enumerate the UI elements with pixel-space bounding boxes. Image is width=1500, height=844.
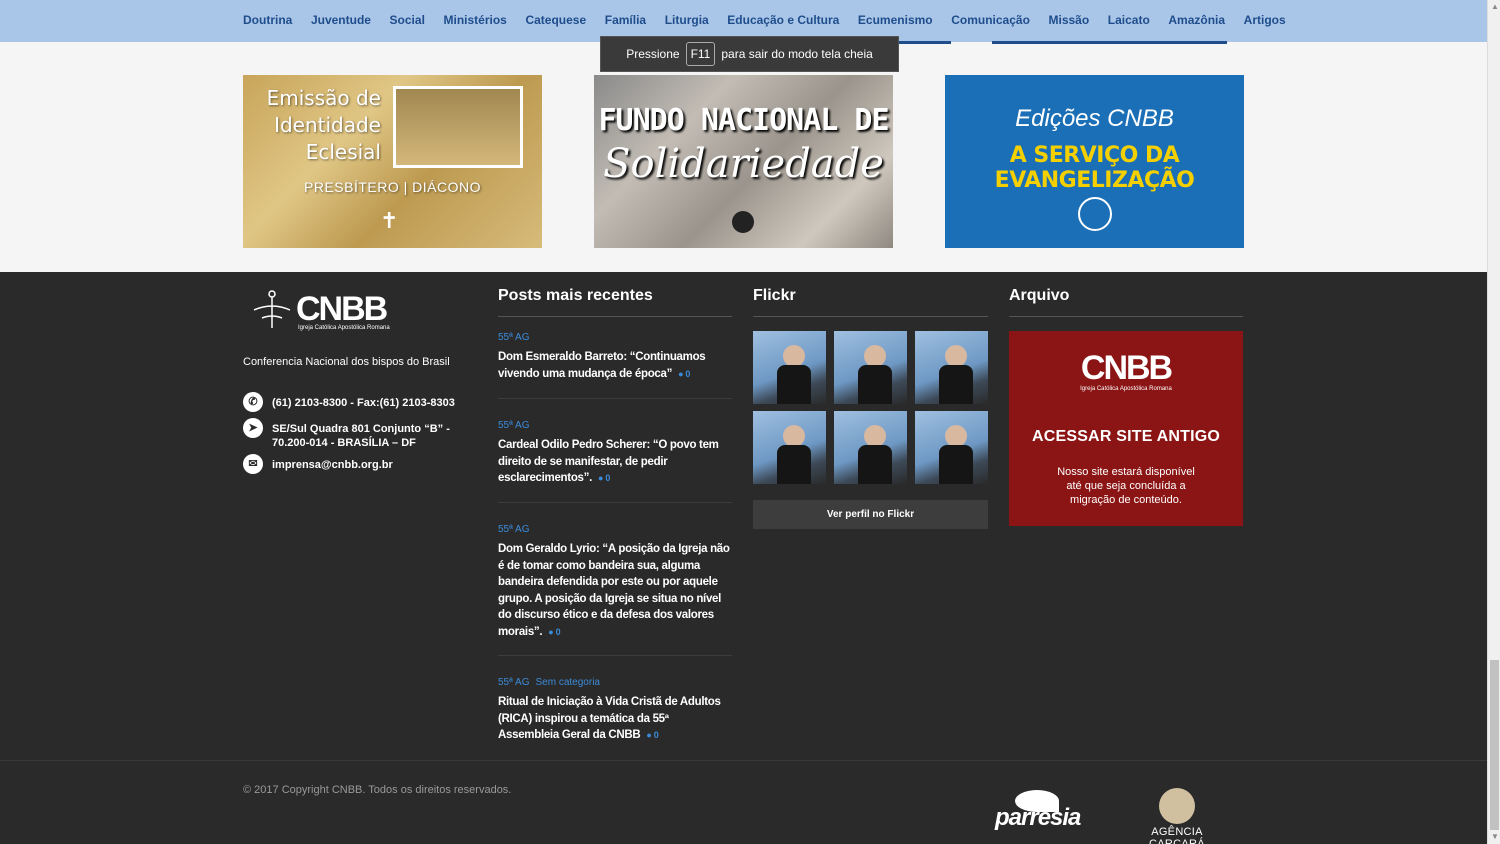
post-item[interactable]: 55ª AG Sem categoria Ritual de Iniciação … xyxy=(498,677,732,744)
nav-item-juventude[interactable]: Juventude xyxy=(311,13,371,27)
nav-item-catequese[interactable]: Catequese xyxy=(525,13,586,27)
post-category[interactable]: 55ª AG xyxy=(498,332,732,343)
flickr-heading: Flickr xyxy=(753,287,796,304)
solidarity-logo-icon xyxy=(732,211,754,233)
archive-logo-subtext: Igreja Católica Apostólica Romana xyxy=(1080,386,1172,392)
nav-item-laicato[interactable]: Laicato xyxy=(1108,13,1150,27)
divider xyxy=(498,316,732,317)
nav-item-doutrina[interactable]: Doutrina xyxy=(243,13,292,27)
scrollbar-thumb[interactable] xyxy=(1490,660,1499,830)
edicoes-logo-icon xyxy=(1078,197,1112,231)
nav-underline xyxy=(898,41,951,44)
archive-heading-link[interactable]: ACESSAR SITE ANTIGO xyxy=(1009,428,1243,446)
post-item[interactable]: 55ª AG Cardeal Odilo Pedro Scherer: “O p… xyxy=(498,420,732,487)
flickr-photo[interactable] xyxy=(753,331,826,404)
nav-item-amazonia[interactable]: Amazônia xyxy=(1168,13,1225,27)
post-title[interactable]: Dom Geraldo Lyrio: “A posição da Igreja … xyxy=(498,541,732,640)
site-footer xyxy=(0,272,1487,760)
contact-phone: ✆ (61) 2103-8300 - Fax:(61) 2103-8303 xyxy=(243,392,483,412)
carcara-text: AGÊNCIA CARCARÁ xyxy=(1149,826,1205,844)
archive-description: Nosso site estará disponível até que sej… xyxy=(1057,466,1195,506)
banner-photo-frame xyxy=(393,86,523,168)
nav-item-social[interactable]: Social xyxy=(390,13,425,27)
archive-heading: Arquivo xyxy=(1009,287,1070,304)
flickr-profile-button[interactable]: Ver perfil no Flickr xyxy=(753,500,988,529)
nav-underline xyxy=(992,41,1227,44)
toast-suffix: para sair do modo tela cheia xyxy=(721,47,873,61)
post-item[interactable]: 55ª AG Dom Esmeraldo Barreto: “Continuam… xyxy=(498,332,732,382)
divider xyxy=(498,655,732,656)
post-category[interactable]: 55ª AG xyxy=(498,420,732,431)
nav-item-familia[interactable]: Família xyxy=(605,13,646,27)
archive-logo-text: CNBB xyxy=(1080,349,1173,387)
location-arrow-icon: ➤ xyxy=(243,418,263,438)
banner-title: FUNDO NACIONAL DE xyxy=(598,103,889,138)
comment-count[interactable]: ● 0 xyxy=(598,473,610,483)
comment-count[interactable]: ● 0 xyxy=(548,627,560,637)
post-title[interactable]: Cardeal Odilo Pedro Scherer: “O povo tem… xyxy=(498,437,732,487)
parresia-text: parresia xyxy=(995,804,1081,831)
nav-item-comunicacao[interactable]: Comunicação xyxy=(951,13,1030,27)
toast-prefix: Pressione xyxy=(626,47,680,61)
banner-title: Edições CNBB xyxy=(1015,105,1174,132)
banner-subtitle: Solidariedade xyxy=(603,141,884,187)
carcara-icon xyxy=(1159,788,1195,824)
email-text[interactable]: imprensa@cnbb.org.br xyxy=(272,458,393,474)
envelope-icon: ✉ xyxy=(243,454,263,474)
nav-item-educacao-cultura[interactable]: Educação e Cultura xyxy=(727,13,839,27)
flickr-photo[interactable] xyxy=(834,411,907,484)
flickr-photo[interactable] xyxy=(915,411,988,484)
post-title[interactable]: Dom Esmeraldo Barreto: “Continuamos vive… xyxy=(498,349,732,382)
banner-fundo-solidariedade[interactable]: FUNDO NACIONAL DE Solidariedade xyxy=(594,75,893,248)
carcara-logo[interactable]: AGÊNCIA CARCARÁ xyxy=(1122,788,1232,844)
bottom-bar xyxy=(0,760,1487,844)
comment-count[interactable]: ● 0 xyxy=(646,730,658,740)
contact-email[interactable]: ✉ imprensa@cnbb.org.br xyxy=(243,454,483,474)
copyright-text: © 2017 Copyright CNBB. Todos os direitos… xyxy=(243,784,512,796)
divider xyxy=(498,398,732,399)
flickr-photo[interactable] xyxy=(834,331,907,404)
cnbb-logo-icon xyxy=(253,290,291,328)
nav-item-liturgia[interactable]: Liturgia xyxy=(665,13,709,27)
logo-text: CNBB xyxy=(296,290,388,328)
fullscreen-notice: Pressione F11 para sair do modo tela che… xyxy=(600,36,899,72)
comment-count[interactable]: ● 0 xyxy=(678,369,690,379)
nav-item-artigos[interactable]: Artigos xyxy=(1244,13,1286,27)
divider xyxy=(498,502,732,503)
logo-subtext: Igreja Católica Apostólica Romana xyxy=(298,325,390,331)
flickr-photo[interactable] xyxy=(915,331,988,404)
scroll-up-arrow-icon[interactable]: ▲ xyxy=(1491,2,1499,11)
nav-item-ministerios[interactable]: Ministérios xyxy=(444,13,507,27)
nav-item-missao[interactable]: Missão xyxy=(1049,13,1090,27)
archive-logo: CNBB Igreja Católica Apostólica Romana xyxy=(1009,349,1243,392)
banner-subtitle: A SERVIÇO DA EVANGELIZAÇÃO xyxy=(994,143,1195,193)
divider xyxy=(753,316,988,317)
banner-identidade-eclesial[interactable]: Emissão de Identidade Eclesial PRESBÍTER… xyxy=(243,75,542,248)
flickr-photo[interactable] xyxy=(753,411,826,484)
banner-title: Emissão de Identidade Eclesial xyxy=(266,86,381,164)
banner-edicoes-cnbb[interactable]: Edições CNBB A SERVIÇO DA EVANGELIZAÇÃO xyxy=(945,75,1244,248)
phone-icon: ✆ xyxy=(243,392,263,412)
post-title[interactable]: Ritual de Iniciação à Vida Cristã de Adu… xyxy=(498,694,732,744)
old-site-banner[interactable]: CNBB Igreja Católica Apostólica Romana A… xyxy=(1009,331,1243,526)
post-category[interactable]: 55ª AG xyxy=(498,524,732,535)
banner-subtitle: PRESBÍTERO | DIÁCONO xyxy=(304,179,481,195)
nav-menu: Doutrina Juventude Social Ministérios Ca… xyxy=(243,13,1304,27)
nav-item-ecumenismo[interactable]: Ecumenismo xyxy=(858,13,933,27)
post-item[interactable]: 55ª AG Dom Geraldo Lyrio: “A posição da … xyxy=(498,524,732,640)
post-category[interactable]: 55ª AG Sem categoria xyxy=(498,677,732,688)
posts-heading: Posts mais recentes xyxy=(498,287,653,304)
footer-tagline: Conferencia Nacional dos bispos do Brasi… xyxy=(243,356,450,368)
page-scrollbar[interactable]: ▲ ▼ xyxy=(1487,0,1500,844)
divider xyxy=(1009,316,1243,317)
address-text: SE/Sul Quadra 801 Conjunto “B” - 70.200-… xyxy=(272,423,450,449)
toast-key: F11 xyxy=(685,42,716,66)
scroll-down-arrow-icon[interactable]: ▼ xyxy=(1491,832,1499,841)
contact-address: ➤ SE/Sul Quadra 801 Conjunto “B” - 70.20… xyxy=(243,418,483,450)
cnbb-cross-icon: ✝ xyxy=(380,208,399,233)
phone-text: (61) 2103-8300 - Fax:(61) 2103-8303 xyxy=(272,397,455,409)
